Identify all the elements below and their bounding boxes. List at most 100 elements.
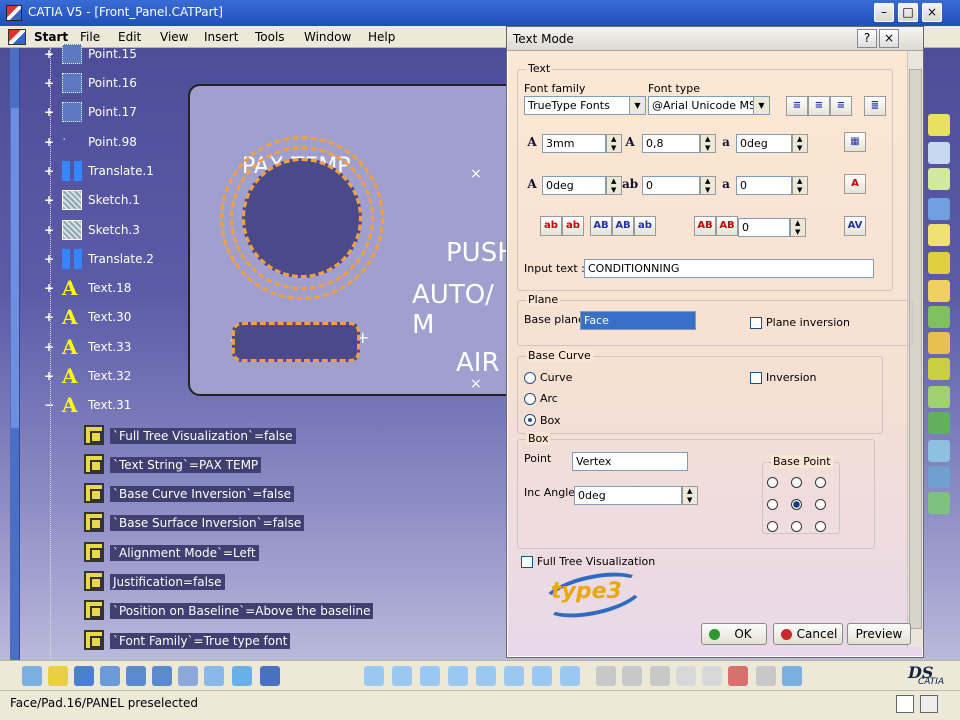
- inc-angle-field[interactable]: 0deg: [574, 486, 682, 505]
- catia-app-icon[interactable]: [6, 5, 22, 21]
- maximize-button[interactable]: □: [898, 3, 918, 22]
- rotation-field[interactable]: 0deg: [542, 176, 606, 195]
- expand-plus-icon[interactable]: +: [44, 311, 54, 323]
- part-design-icon-8[interactable]: [560, 666, 580, 686]
- minimize-button[interactable]: –: [874, 3, 894, 22]
- fit-all-icon[interactable]: [48, 666, 68, 686]
- rotate-icon[interactable]: [100, 666, 120, 686]
- input-text-field[interactable]: CONDITIONNING: [584, 259, 874, 278]
- base-point-3[interactable]: [767, 499, 778, 510]
- expand-plus-icon[interactable]: +: [44, 136, 54, 148]
- groove-icon[interactable]: [928, 280, 950, 302]
- stiffener-icon[interactable]: [928, 386, 950, 408]
- ok-button[interactable]: OK: [701, 623, 767, 645]
- pan-icon[interactable]: [74, 666, 94, 686]
- align-right-icon[interactable]: ≡: [830, 96, 852, 116]
- char-height-spinner[interactable]: [606, 134, 622, 153]
- base-point-8[interactable]: [815, 521, 826, 532]
- box-radio[interactable]: [524, 414, 536, 426]
- expand-plus-icon[interactable]: +: [44, 165, 54, 177]
- tree-scroll-thumb[interactable]: [11, 108, 19, 428]
- inc-angle-spinner[interactable]: [682, 486, 698, 505]
- char-spacing-icon[interactable]: AV: [844, 216, 866, 236]
- ratio-icon[interactable]: [676, 666, 696, 686]
- sketcher-icon[interactable]: [928, 142, 950, 164]
- rotation-spinner[interactable]: [606, 176, 622, 195]
- menu-start[interactable]: Start: [34, 30, 68, 44]
- tree-scrollbar[interactable]: [10, 48, 20, 660]
- spacing-spinner[interactable]: [700, 176, 716, 195]
- menu-view[interactable]: View: [160, 30, 188, 44]
- dialog-scroll-thumb[interactable]: [909, 69, 922, 629]
- render-style-icon[interactable]: [260, 666, 280, 686]
- chevron-down-icon[interactable]: ▼: [753, 97, 769, 114]
- expand-plus-icon[interactable]: +: [44, 282, 54, 294]
- expand-plus-icon[interactable]: +: [44, 253, 54, 265]
- uppercase-icon[interactable]: AB: [590, 216, 612, 236]
- cancel-button[interactable]: Cancel: [773, 623, 843, 645]
- align-center-icon[interactable]: ≡: [808, 96, 830, 116]
- analysis-icon[interactable]: [650, 666, 670, 686]
- dialog-scrollbar[interactable]: [907, 51, 923, 647]
- kerning-field[interactable]: 0: [738, 218, 790, 237]
- expand-plus-icon[interactable]: +: [44, 77, 54, 89]
- offset-spinner[interactable]: [792, 176, 808, 195]
- part-design-icon-1[interactable]: [364, 666, 384, 686]
- plane-icon[interactable]: [928, 168, 950, 190]
- chamfer-icon[interactable]: [928, 466, 950, 488]
- multi-view-icon[interactable]: [204, 666, 224, 686]
- part-design-icon-2[interactable]: [392, 666, 412, 686]
- underline-icon[interactable]: A: [844, 174, 866, 194]
- sketch-analysis-icon[interactable]: [756, 666, 776, 686]
- offset-field[interactable]: 0: [736, 176, 792, 195]
- slant-angle-field[interactable]: 0deg: [736, 134, 792, 153]
- menu-file[interactable]: File: [80, 30, 100, 44]
- kerning-spinner[interactable]: [790, 218, 806, 237]
- base-point-4[interactable]: [791, 499, 802, 510]
- full-tree-checkbox[interactable]: [521, 556, 533, 568]
- select-arrow-icon[interactable]: [928, 114, 950, 136]
- base-point-7[interactable]: [791, 521, 802, 532]
- font-type-select[interactable]: @Arial Unicode MS ▼: [648, 96, 770, 115]
- arc-radio[interactable]: [524, 393, 536, 405]
- part-design-icon-6[interactable]: [504, 666, 524, 686]
- lowercase-icon[interactable]: ab: [634, 216, 656, 236]
- draft-icon[interactable]: [928, 492, 950, 514]
- menu-edit[interactable]: Edit: [118, 30, 141, 44]
- align-left-icon[interactable]: ≡: [786, 96, 808, 116]
- menu-window[interactable]: Window: [304, 30, 351, 44]
- curve-radio[interactable]: [524, 372, 536, 384]
- spacing-field[interactable]: 0: [642, 176, 700, 195]
- part-design-icon-3[interactable]: [420, 666, 440, 686]
- expand-plus-icon[interactable]: +: [44, 194, 54, 206]
- subscript-icon[interactable]: ab: [562, 216, 584, 236]
- status-icon-2[interactable]: [920, 695, 938, 713]
- hole-icon[interactable]: [928, 306, 950, 328]
- inversion-checkbox[interactable]: [750, 372, 762, 384]
- points-icon[interactable]: [702, 666, 722, 686]
- expand-plus-icon[interactable]: +: [44, 224, 54, 236]
- base-point-6[interactable]: [767, 521, 778, 532]
- calculator-icon[interactable]: ▦: [844, 132, 866, 152]
- font-family-select[interactable]: TrueType Fonts ▼: [524, 96, 646, 115]
- strikethrough-icon[interactable]: AB: [694, 216, 716, 236]
- close-button[interactable]: ×: [922, 3, 942, 22]
- expand-plus-icon[interactable]: +: [44, 341, 54, 353]
- preview-button[interactable]: Preview: [847, 623, 911, 645]
- status-icon-1[interactable]: [896, 695, 914, 713]
- measure-icon[interactable]: [622, 666, 642, 686]
- superscript-icon[interactable]: ab: [540, 216, 562, 236]
- expand-plus-icon[interactable]: +: [44, 48, 54, 60]
- dialog-title-bar[interactable]: Text Mode ? ×: [507, 27, 923, 51]
- expand-plus-icon[interactable]: +: [44, 106, 54, 118]
- collapse-minus-icon[interactable]: −: [44, 399, 54, 411]
- char-height-field[interactable]: 3mm: [542, 134, 606, 153]
- shaft-icon[interactable]: [928, 252, 950, 274]
- menu-help[interactable]: Help: [368, 30, 395, 44]
- base-point-1[interactable]: [791, 477, 802, 488]
- document-icon[interactable]: [8, 29, 26, 45]
- loft-icon[interactable]: [928, 412, 950, 434]
- kerning-icon[interactable]: AB: [716, 216, 738, 236]
- chevron-down-icon[interactable]: ▼: [629, 97, 645, 114]
- pad-icon[interactable]: [928, 198, 950, 220]
